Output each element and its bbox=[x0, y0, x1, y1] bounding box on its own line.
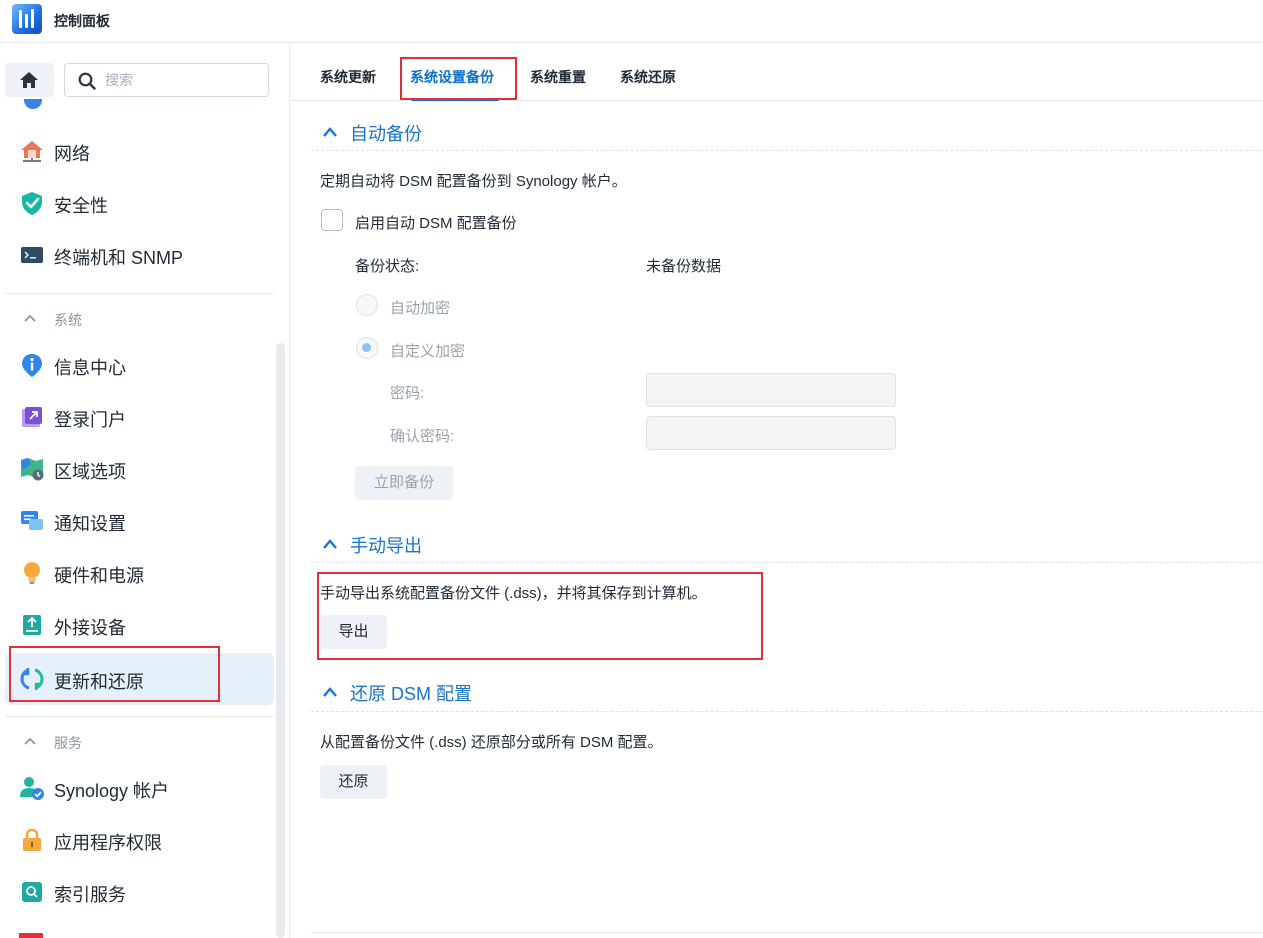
section-title-restore[interactable]: 还原 DSM 配置 bbox=[350, 680, 472, 706]
network-house-icon bbox=[21, 141, 43, 162]
sidebar-item-network[interactable]: 网络 bbox=[5, 125, 274, 177]
synology-account-icon bbox=[20, 777, 44, 800]
update-restore-icon bbox=[20, 668, 44, 690]
sidebar-item-synology-account[interactable]: Synology 帐户 bbox=[5, 762, 274, 814]
sidebar-item-terminal-snmp[interactable]: 终端机和 SNMP bbox=[5, 229, 274, 281]
section-label: 服务 bbox=[54, 735, 82, 751]
sidebar: 网络 安全性 终端机和 SNMP 系统 信息中心 bbox=[0, 43, 290, 938]
sidebar-scrollbar[interactable] bbox=[276, 343, 285, 938]
enable-auto-backup-label[interactable]: 启用自动 DSM 配置备份 bbox=[355, 212, 517, 233]
sidebar-item-regional-options[interactable]: 区域选项 bbox=[5, 443, 274, 495]
sidebar-item-notification[interactable]: 通知设置 bbox=[5, 495, 274, 547]
backup-now-button[interactable]: 立即备份 bbox=[355, 466, 453, 500]
chevron-up-icon[interactable] bbox=[322, 126, 338, 138]
restore-button[interactable]: 还原 bbox=[320, 765, 387, 799]
tab-system-update[interactable]: 系统更新 bbox=[320, 67, 376, 87]
sidebar-item-label: 网络 bbox=[54, 144, 90, 164]
password-label: 密码: bbox=[390, 385, 425, 402]
section-header-services[interactable]: 服务 bbox=[5, 724, 274, 760]
regional-map-icon bbox=[21, 458, 44, 481]
manual-export-description: 手动导出系统配置备份文件 (.dss)，并将其保存到计算机。 bbox=[320, 585, 707, 602]
section-divider bbox=[311, 562, 1263, 563]
sidebar-item-label: 安全性 bbox=[54, 196, 108, 216]
search-input[interactable] bbox=[105, 70, 255, 90]
confirm-password-label: 确认密码: bbox=[390, 428, 455, 445]
home-button[interactable] bbox=[5, 63, 54, 97]
chevron-up-icon bbox=[24, 314, 36, 322]
sidebar-item-hardware-power[interactable]: 硬件和电源 bbox=[5, 547, 274, 599]
sidebar-item-label: 硬件和电源 bbox=[54, 566, 144, 586]
active-tab-indicator bbox=[411, 98, 499, 101]
lock-icon bbox=[23, 828, 41, 851]
title-bar: 控制面板 bbox=[0, 0, 1263, 43]
radio-auto-encrypt[interactable] bbox=[356, 294, 378, 316]
main-panel: 系统更新 系统设置备份 系统重置 系统还原 自动备份 定期自动将 DSM 配置备… bbox=[291, 43, 1263, 938]
section-divider bbox=[311, 150, 1263, 151]
sidebar-item-label: 登录门户 bbox=[54, 410, 126, 430]
index-search-icon bbox=[22, 882, 42, 902]
radio-custom-encrypt[interactable] bbox=[356, 337, 378, 359]
sidebar-item-label: 通知设置 bbox=[54, 514, 126, 534]
sidebar-item-label: Synology 帐户 bbox=[54, 781, 170, 801]
partial-hidden-item bbox=[19, 933, 45, 938]
confirm-password-input[interactable] bbox=[646, 416, 896, 450]
chevron-up-icon[interactable] bbox=[322, 538, 338, 550]
backup-status-value: 未备份数据 bbox=[646, 258, 722, 275]
sidebar-item-indexing-service[interactable]: 索引服务 bbox=[5, 866, 274, 918]
radio-auto-encrypt-label: 自动加密 bbox=[390, 300, 451, 317]
backup-status-label: 备份状态: bbox=[355, 258, 420, 275]
sidebar-item-label: 信息中心 bbox=[54, 358, 126, 378]
tab-bar: 系统更新 系统设置备份 系统重置 系统还原 bbox=[291, 43, 1263, 101]
login-portal-icon bbox=[22, 407, 42, 427]
sidebar-item-label: 终端机和 SNMP bbox=[54, 248, 184, 268]
chevron-up-icon[interactable] bbox=[322, 686, 338, 698]
sidebar-item-label: 索引服务 bbox=[54, 885, 126, 905]
sidebar-item-label: 应用程序权限 bbox=[54, 833, 162, 853]
search-field[interactable] bbox=[64, 63, 269, 97]
sidebar-item-label: 外接设备 bbox=[54, 618, 126, 638]
section-title-manual-export[interactable]: 手动导出 bbox=[350, 532, 422, 558]
sidebar-item-label: 更新和还原 bbox=[54, 672, 144, 692]
restore-description: 从配置备份文件 (.dss) 还原部分或所有 DSM 配置。 bbox=[320, 734, 663, 751]
tab-system-reset[interactable]: 系统重置 bbox=[530, 67, 586, 87]
footer-divider bbox=[311, 932, 1263, 933]
section-header-system[interactable]: 系统 bbox=[5, 301, 274, 337]
export-button[interactable]: 导出 bbox=[320, 615, 387, 649]
tab-system-restore[interactable]: 系统还原 bbox=[620, 67, 676, 87]
radio-custom-encrypt-label: 自定义加密 bbox=[390, 343, 466, 360]
section-title-auto-backup[interactable]: 自动备份 bbox=[350, 120, 422, 146]
sidebar-item-login-portal[interactable]: 登录门户 bbox=[5, 391, 274, 443]
section-divider bbox=[5, 716, 274, 717]
password-input[interactable] bbox=[646, 373, 896, 407]
info-icon bbox=[22, 354, 42, 377]
section-divider bbox=[311, 711, 1263, 712]
shield-check-icon bbox=[22, 192, 42, 215]
window-title: 控制面板 bbox=[54, 13, 110, 29]
sidebar-item-update-restore[interactable]: 更新和还原 bbox=[5, 653, 274, 705]
external-device-icon bbox=[23, 615, 41, 635]
partial-hidden-item bbox=[24, 99, 44, 109]
auto-backup-description: 定期自动将 DSM 配置备份到 Synology 帐户。 bbox=[320, 173, 627, 190]
sidebar-item-app-privileges[interactable]: 应用程序权限 bbox=[5, 814, 274, 866]
tab-config-backup[interactable]: 系统设置备份 bbox=[410, 67, 494, 87]
sidebar-item-security[interactable]: 安全性 bbox=[5, 177, 274, 229]
sidebar-item-external-devices[interactable]: 外接设备 bbox=[5, 599, 274, 651]
notification-chat-icon bbox=[21, 511, 43, 530]
search-icon bbox=[78, 72, 96, 90]
section-label: 系统 bbox=[54, 312, 82, 328]
lightbulb-icon bbox=[24, 562, 40, 584]
chevron-up-icon bbox=[24, 737, 36, 745]
home-icon bbox=[20, 72, 38, 88]
section-divider bbox=[5, 293, 274, 294]
sidebar-item-label: 区域选项 bbox=[54, 462, 126, 482]
enable-auto-backup-checkbox[interactable] bbox=[321, 209, 343, 231]
control-panel-app-icon bbox=[12, 4, 42, 34]
terminal-icon bbox=[21, 247, 43, 263]
sidebar-item-info-center[interactable]: 信息中心 bbox=[5, 339, 274, 391]
